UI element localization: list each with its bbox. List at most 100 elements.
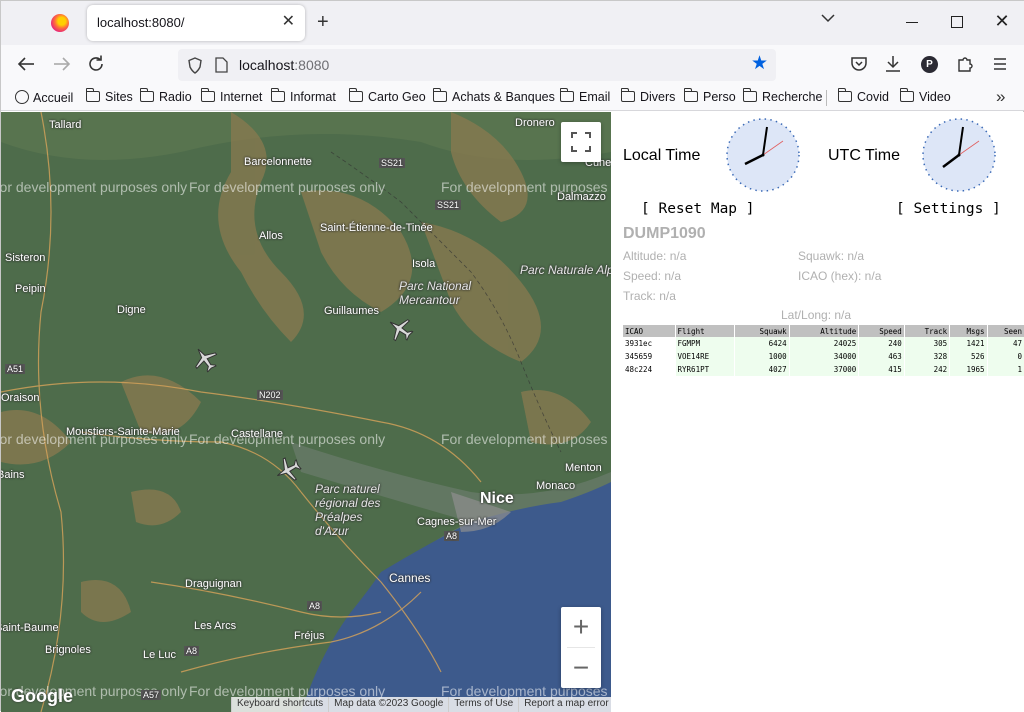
track-info: Track: n/a bbox=[623, 289, 676, 303]
bookmark-folder-covid[interactable]: Covid bbox=[838, 88, 889, 104]
tab-localhost[interactable]: localhost:8080/ ✕ bbox=[87, 5, 305, 41]
shield-icon[interactable] bbox=[187, 57, 203, 74]
bookmark-folder-sites[interactable]: Sites bbox=[86, 88, 133, 104]
bookmark-folder-perso[interactable]: Perso bbox=[684, 88, 736, 104]
map-view[interactable]: For development purposes only For develo… bbox=[1, 112, 611, 712]
aircraft-marker-icon[interactable] bbox=[274, 456, 302, 484]
column-header-speed[interactable]: Speed bbox=[859, 325, 904, 337]
cell-squawk: 6424 bbox=[735, 337, 789, 350]
bookmark-folder-video[interactable]: Video bbox=[900, 88, 951, 104]
column-header-seen[interactable]: Seen bbox=[987, 325, 1024, 337]
zoom-control: + − bbox=[561, 607, 601, 688]
minimize-button[interactable] bbox=[901, 11, 923, 33]
place-label: Le Luc bbox=[143, 649, 177, 661]
bookmark-folder-achats-banques[interactable]: Achats & Banques bbox=[433, 88, 555, 104]
bookmark-folder-recherche[interactable]: Recherche bbox=[743, 88, 822, 104]
aircraft-marker-icon[interactable] bbox=[191, 345, 219, 373]
back-arrow-icon[interactable] bbox=[15, 53, 37, 75]
report-map-error-link[interactable]: Report a map error bbox=[518, 697, 611, 712]
settings-button[interactable]: [ Settings ] bbox=[896, 201, 1001, 217]
cell-track: 242 bbox=[904, 363, 950, 376]
cell-speed: 240 bbox=[859, 337, 904, 350]
url-text[interactable]: localhost:8080 bbox=[239, 57, 329, 73]
folder-icon bbox=[621, 88, 635, 102]
close-window-button[interactable]: ✕ bbox=[991, 11, 1013, 33]
road-label: SS21 bbox=[435, 200, 462, 210]
cell-seen: 47 bbox=[987, 337, 1024, 350]
zoom-out-button[interactable]: − bbox=[561, 648, 601, 688]
place-label: Peipin bbox=[15, 283, 46, 295]
place-label: Draguignan bbox=[185, 578, 242, 590]
google-logo: Google bbox=[11, 686, 73, 706]
table-row[interactable]: 3931ec FGMPM 6424 24025 240 305 1421 47 bbox=[623, 337, 1024, 350]
bookmark-accueil[interactable]: Accueil bbox=[15, 90, 73, 105]
firefox-icon bbox=[51, 14, 69, 32]
bookmark-folder-email[interactable]: Email bbox=[560, 88, 610, 104]
place-label: Oraison bbox=[1, 392, 40, 404]
table-row[interactable]: 345659 VOE14RE 1000 34000 463 328 526 0 bbox=[623, 350, 1024, 363]
place-label: Moustiers-Sainte-Marie bbox=[66, 426, 180, 438]
flights-table: ICAO Flight Squawk Altitude Speed Track … bbox=[622, 325, 1024, 376]
folder-icon bbox=[201, 88, 215, 102]
extensions-icon[interactable] bbox=[954, 53, 976, 75]
place-label: Fréjus bbox=[294, 630, 325, 642]
road-label: A8 bbox=[307, 601, 323, 611]
column-header-icao[interactable]: ICAO bbox=[623, 325, 675, 337]
column-header-track[interactable]: Track bbox=[904, 325, 950, 337]
reset-map-button[interactable]: [ Reset Map ] bbox=[641, 201, 755, 217]
navigation-bar: localhost:8080 ★ P bbox=[1, 45, 1024, 85]
bookmark-star-icon[interactable]: ★ bbox=[751, 54, 768, 74]
road-label: A8 bbox=[184, 646, 200, 656]
place-label: Saint-Étienne-de-Tinée bbox=[320, 222, 433, 234]
reload-icon[interactable] bbox=[85, 53, 107, 75]
table-row[interactable]: 48c224 RYR61PT 4027 37000 415 242 1965 1 bbox=[623, 363, 1024, 376]
fullscreen-button[interactable] bbox=[561, 122, 601, 162]
bookmark-folder-informat[interactable]: Informat bbox=[271, 88, 336, 104]
altitude-info: Altitude: n/a bbox=[623, 249, 687, 263]
bookmark-folder-radio[interactable]: Radio bbox=[140, 88, 192, 104]
latlong-info: Lat/Long: n/a bbox=[781, 308, 852, 322]
cell-msgs: 1421 bbox=[950, 337, 987, 350]
city-label-nice: Nice bbox=[480, 490, 514, 507]
cell-squawk: 4027 bbox=[735, 363, 789, 376]
column-header-flight[interactable]: Flight bbox=[675, 325, 735, 337]
road-label: A8 bbox=[444, 531, 460, 541]
folder-icon bbox=[349, 88, 363, 102]
aircraft-marker-icon[interactable] bbox=[386, 315, 414, 343]
table-header-row: ICAO Flight Squawk Altitude Speed Track … bbox=[623, 325, 1024, 337]
road-label: SS21 bbox=[379, 158, 406, 168]
pocket-icon[interactable] bbox=[848, 53, 870, 75]
globe-icon bbox=[15, 90, 29, 104]
folder-icon bbox=[838, 88, 852, 102]
profile-avatar[interactable]: P bbox=[921, 56, 938, 73]
info-panel: Local Time UTC Time [ Reset Map ] [ Sett… bbox=[611, 112, 1024, 712]
keyboard-shortcuts-link[interactable]: Keyboard shortcuts bbox=[231, 697, 328, 712]
terms-of-use-link[interactable]: Terms of Use bbox=[448, 697, 518, 712]
map-data-text: Map data ©2023 Google bbox=[328, 697, 448, 712]
cell-squawk: 1000 bbox=[735, 350, 789, 363]
bookmark-folder-divers[interactable]: Divers bbox=[621, 88, 675, 104]
url-bar[interactable]: localhost:8080 ★ bbox=[178, 49, 776, 81]
maximize-button[interactable] bbox=[946, 11, 968, 33]
download-icon[interactable] bbox=[882, 53, 904, 75]
road-label: A51 bbox=[5, 364, 26, 374]
app-title: DUMP1090 bbox=[623, 225, 706, 242]
zoom-in-button[interactable]: + bbox=[561, 607, 601, 647]
tab-title: localhost:8080/ bbox=[97, 15, 185, 30]
bookmarks-overflow-icon[interactable]: » bbox=[996, 87, 1005, 107]
column-header-squawk[interactable]: Squawk bbox=[735, 325, 789, 337]
place-label: Isola bbox=[412, 258, 436, 270]
bookmark-folder-internet[interactable]: Internet bbox=[201, 88, 262, 104]
squawk-info: Squawk: n/a bbox=[798, 249, 865, 263]
bookmark-folder-carto-geo[interactable]: Carto Geo bbox=[349, 88, 426, 104]
road-label: A57 bbox=[141, 690, 162, 700]
list-tabs-icon[interactable] bbox=[821, 13, 835, 23]
new-tab-button[interactable]: + bbox=[317, 11, 329, 33]
place-label: Les Arcs bbox=[194, 620, 237, 632]
folder-icon bbox=[271, 88, 285, 102]
forward-arrow-icon[interactable] bbox=[51, 53, 73, 75]
column-header-altitude[interactable]: Altitude bbox=[789, 325, 859, 337]
menu-icon[interactable] bbox=[989, 53, 1011, 75]
tab-close-icon[interactable]: ✕ bbox=[282, 13, 295, 31]
column-header-msgs[interactable]: Msgs bbox=[950, 325, 987, 337]
